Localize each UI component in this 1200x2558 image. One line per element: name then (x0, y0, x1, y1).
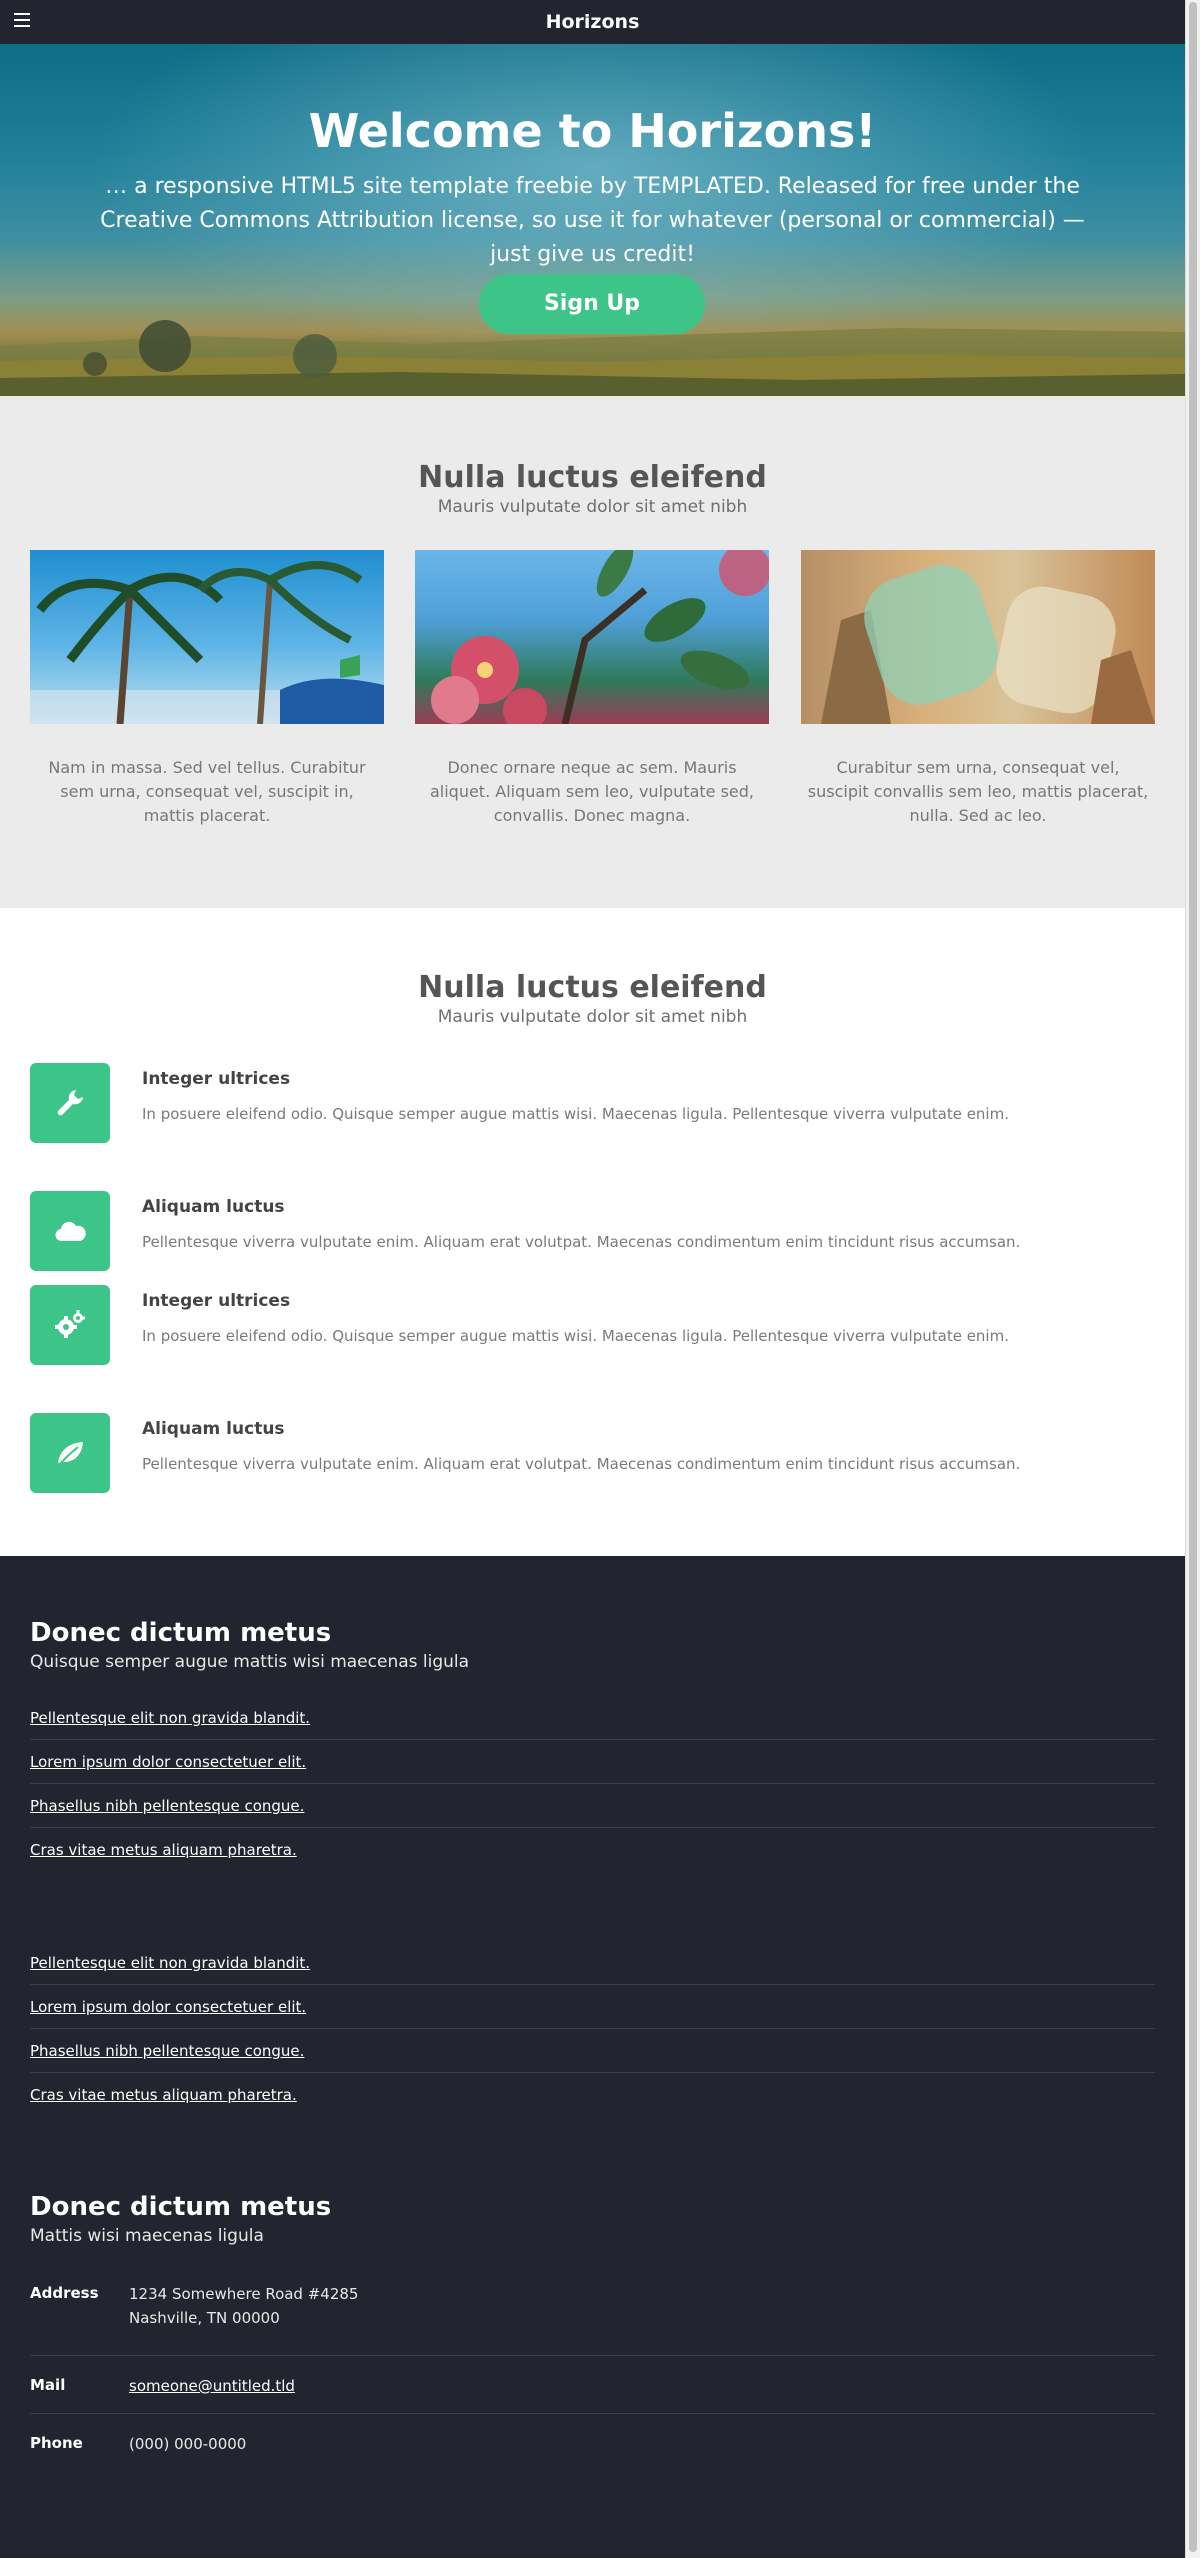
feature-icon-box (30, 1285, 110, 1365)
banner-text: … a responsive HTML5 site template freeb… (100, 174, 1085, 267)
footer-link[interactable]: Cras vitae metus aliquam pharetra. (30, 2086, 297, 2104)
feature-text: Pellentesque viverra vulputate enim. Ali… (142, 1233, 1021, 1251)
section-subtitle: Mauris vulputate dolor sit amet nibh (437, 1007, 748, 1027)
image-card: Curabitur sem urna, consequat vel, susci… (801, 550, 1155, 828)
section-header: Nulla luctus eleifend Mauris vulputate d… (0, 970, 1185, 1027)
list-item: Lorem ipsum dolor consectetuer elit. (30, 1740, 1155, 1784)
section-header: Nulla luctus eleifend Mauris vulputate d… (0, 460, 1185, 517)
vertical-scrollbar[interactable] (1185, 0, 1200, 2558)
list-item: Phasellus nibh pellentesque congue. (30, 2029, 1155, 2073)
feature-item: Aliquam luctus Pellentesque viverra vulp… (30, 1413, 1155, 1493)
address-line: 1234 Somewhere Road #4285 (129, 2285, 359, 2303)
contact-row-phone: Phone (000) 000-0000 (30, 2414, 1155, 2472)
feature-text: Pellentesque viverra vulputate enim. Ali… (142, 1455, 1021, 1473)
section-title: Nulla luctus eleifend (418, 460, 767, 495)
section-title: Nulla luctus eleifend (418, 970, 767, 1005)
card-text: Curabitur sem urna, consequat vel, susci… (807, 758, 1149, 825)
image-card: Donec ornare neque ac sem. Mauris alique… (415, 550, 769, 828)
feature-icon-box (30, 1191, 110, 1271)
card-text: Donec ornare neque ac sem. Mauris alique… (429, 758, 755, 825)
footer-link[interactable]: Pellentesque elit non gravida blandit. (30, 1709, 310, 1727)
featured-images-section: Nulla luctus eleifend Mauris vulputate d… (0, 396, 1185, 908)
feature-item: Integer ultrices In posuere eleifend odi… (30, 1063, 1155, 1143)
list-item: Cras vitae metus aliquam pharetra. (30, 1828, 1155, 1872)
gears-icon (55, 1310, 85, 1338)
mail-label: Mail (30, 2376, 66, 2394)
leaf-icon (58, 1442, 83, 1465)
list-item: Pellentesque elit non gravida blandit. (30, 1941, 1155, 1985)
feature-title: Integer ultrices (142, 1291, 291, 1311)
feature-title: Integer ultrices (142, 1069, 291, 1089)
palm-trees-image[interactable] (30, 550, 384, 724)
footer-title: Donec dictum metus (30, 1618, 332, 1648)
phone-label: Phone (30, 2434, 83, 2452)
contact-row-mail: Mail someone@untitled.tld (30, 2356, 1155, 2414)
image-cards: Nam in massa. Sed vel tellus. Curabitur … (30, 550, 1155, 850)
section-subtitle: Mauris vulputate dolor sit amet nibh (437, 497, 748, 517)
site-title[interactable]: Horizons (0, 0, 1185, 44)
footer-title: Donec dictum metus (30, 2192, 332, 2222)
feature-title: Aliquam luctus (142, 1419, 285, 1439)
footer-link[interactable]: Lorem ipsum dolor consectetuer elit. (30, 1753, 306, 1771)
mail-value: someone@untitled.tld (129, 2374, 295, 2398)
footer-link[interactable]: Lorem ipsum dolor consectetuer elit. (30, 1998, 306, 2016)
footer-link-list: Pellentesque elit non gravida blandit. L… (30, 1696, 1155, 1872)
feature-icon-box (30, 1413, 110, 1493)
page: Horizons Welcome to Horizons! … a respon… (0, 0, 1185, 2558)
footer-link[interactable]: Cras vitae metus aliquam pharetra. (30, 1841, 297, 1859)
top-bar: Horizons (0, 0, 1185, 44)
feature-item: Integer ultrices In posuere eleifend odi… (30, 1285, 1155, 1365)
footer-heading-block: Donec dictum metus Mattis wisi maecenas … (30, 2192, 1155, 2246)
list-item: Lorem ipsum dolor consectetuer elit. (30, 1985, 1155, 2029)
address-line: Nashville, TN 00000 (129, 2309, 280, 2327)
banner-heading: Welcome to Horizons! (308, 104, 877, 158)
footer-link[interactable]: Phasellus nibh pellentesque congue. (30, 2042, 304, 2060)
feature-title: Aliquam luctus (142, 1197, 285, 1217)
footer-link-list: Pellentesque elit non gravida blandit. L… (30, 1941, 1155, 2117)
scrollbar-thumb[interactable] (1189, 2, 1197, 2552)
phone-value: (000) 000-0000 (129, 2435, 247, 2453)
feature-text: In posuere eleifend odio. Quisque semper… (142, 1105, 1009, 1123)
footer-link[interactable]: Phasellus nibh pellentesque congue. (30, 1797, 304, 1815)
contact-row-address: Address 1234 Somewhere Road #4285 Nashvi… (30, 2276, 1155, 2356)
hero-banner: Welcome to Horizons! … a responsive HTML… (0, 44, 1185, 396)
wrench-icon (57, 1090, 83, 1116)
list-item: Cras vitae metus aliquam pharetra. (30, 2073, 1155, 2117)
address-label: Address (30, 2284, 99, 2302)
footer: Donec dictum metus Quisque semper augue … (0, 1556, 1185, 2558)
glass-jars-image[interactable] (801, 550, 1155, 724)
list-item: Phasellus nibh pellentesque congue. (30, 1784, 1155, 1828)
flowers-image[interactable] (415, 550, 769, 724)
email-link[interactable]: someone@untitled.tld (129, 2377, 295, 2395)
footer-heading-block: Donec dictum metus Quisque semper augue … (30, 1618, 1155, 1672)
address-value: 1234 Somewhere Road #4285 Nashville, TN … (129, 2282, 358, 2330)
image-card: Nam in massa. Sed vel tellus. Curabitur … (30, 550, 384, 828)
feature-icon-box (30, 1063, 110, 1143)
feature-text: In posuere eleifend odio. Quisque semper… (142, 1327, 1009, 1345)
footer-subtitle: Quisque semper augue mattis wisi maecena… (30, 1652, 470, 1672)
card-text: Nam in massa. Sed vel tellus. Curabitur … (48, 758, 366, 825)
cloud-icon (55, 1221, 86, 1242)
feature-item: Aliquam luctus Pellentesque viverra vulp… (30, 1191, 1155, 1271)
sign-up-button[interactable]: Sign Up (479, 274, 705, 334)
list-item: Pellentesque elit non gravida blandit. (30, 1696, 1155, 1740)
footer-subtitle: Mattis wisi maecenas ligula (30, 2226, 264, 2246)
footer-link[interactable]: Pellentesque elit non gravida blandit. (30, 1954, 310, 1972)
features-section: Nulla luctus eleifend Mauris vulputate d… (0, 908, 1185, 1556)
